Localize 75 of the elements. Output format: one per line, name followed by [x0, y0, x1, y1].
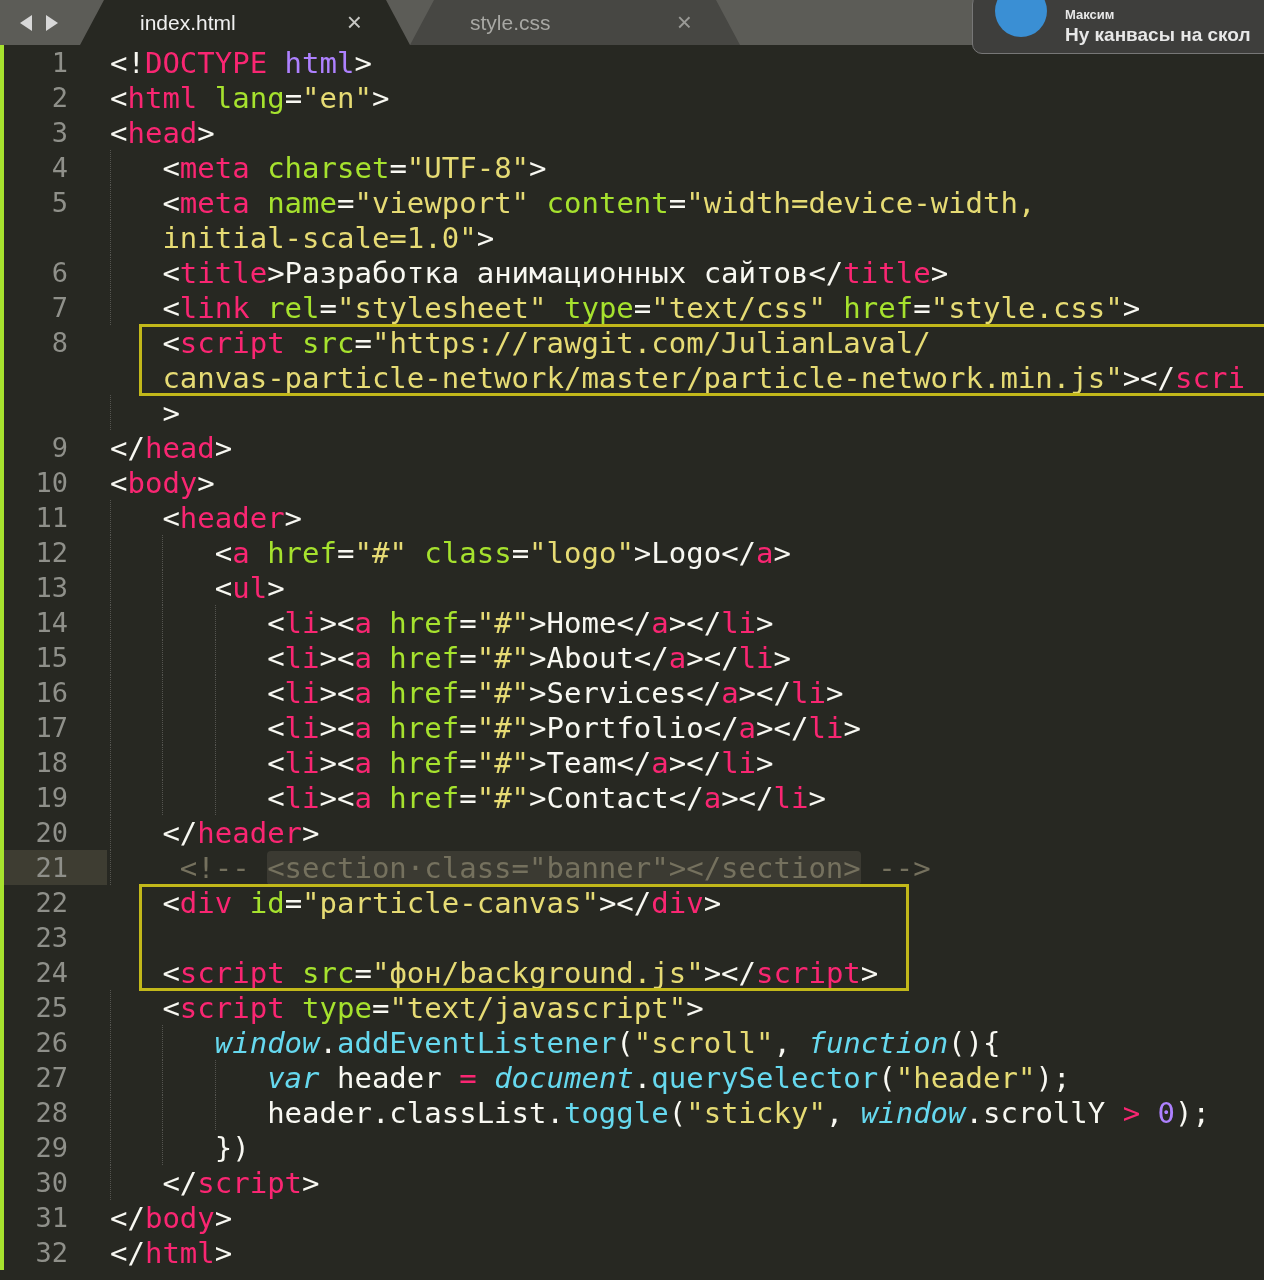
code-line: <li><a href="#">Portfolio</a></li> — [267, 711, 861, 744]
line-number: 31 — [35, 1202, 68, 1233]
code-line: <html lang="en"> — [110, 81, 390, 114]
editor-tab[interactable]: style.css × — [410, 0, 740, 45]
line-number: 20 — [35, 817, 68, 848]
code-line: <li><a href="#">Team</a></li> — [267, 746, 774, 779]
line-number: 8 — [51, 327, 68, 358]
code-line: </head> — [110, 431, 233, 464]
line-number: 19 — [35, 782, 68, 813]
commented-code-line: <!-- <section·class="banner"></section> --> — [178, 851, 931, 884]
line-number: 15 — [35, 642, 68, 673]
forward-arrow-icon[interactable] — [44, 13, 60, 32]
line-number: 16 — [35, 677, 68, 708]
code-line: <!DOCTYPE html> — [110, 46, 372, 79]
line-number: 12 — [35, 537, 68, 568]
code-line: <li><a href="#">Services</a></li> — [267, 676, 844, 709]
code-line: <body> — [110, 466, 215, 499]
code-line: <meta name="viewport" content="width=device-width, — [162, 186, 1036, 219]
line-number: 25 — [35, 992, 68, 1023]
line-number: 14 — [35, 607, 68, 638]
code-line: var header = document.querySelector("header"); — [267, 1061, 1071, 1094]
line-number: 21 — [35, 852, 68, 883]
code-line: </header> — [162, 816, 320, 849]
line-number: 28 — [35, 1097, 68, 1128]
line-number: 5 — [51, 187, 68, 218]
line-number: 6 — [51, 257, 68, 288]
code-line: }) — [214, 1131, 250, 1164]
line-number: 29 — [35, 1132, 68, 1163]
back-arrow-icon[interactable] — [18, 13, 34, 32]
code-line: <li><a href="#">Contact</a></li> — [267, 781, 826, 814]
code-line: <ul> — [214, 571, 285, 604]
code-line: canvas-particle-network/master/particle-network.min.js"></scri — [162, 361, 1245, 394]
line-number: 32 — [35, 1237, 68, 1268]
line-number: 10 — [35, 467, 68, 498]
line-number: 11 — [35, 502, 68, 533]
line-number: 27 — [35, 1062, 68, 1093]
avatar — [995, 0, 1047, 37]
code-line: </script> — [162, 1166, 320, 1199]
code-line: <head> — [110, 116, 215, 149]
code-line: <script src="фон/background.js"></script> — [162, 956, 879, 989]
code-line: <script type="text/javascript"> — [162, 991, 704, 1024]
line-number: 13 — [35, 572, 68, 603]
code-line: header.classList.toggle("sticky", window.scrollY > 0); — [267, 1096, 1210, 1129]
line-number: 1 — [51, 47, 68, 78]
notification-message: Ну канвасы на скол — [1065, 23, 1251, 46]
line-number: 30 — [35, 1167, 68, 1198]
code-line: initial-scale=1.0"> — [162, 221, 495, 254]
line-number: 4 — [51, 152, 68, 183]
line-number: 7 — [51, 292, 68, 323]
line-number: 3 — [51, 117, 68, 148]
code-line: <div id="particle-canvas"></div> — [162, 886, 722, 919]
code-line: </html> — [110, 1236, 233, 1269]
code-line: <script src="https://rawgit.com/JulianLaval/ — [162, 326, 931, 359]
code-line: <link rel="stylesheet" type="text/css" href="style.css"> — [162, 291, 1141, 324]
line-number: 24 — [35, 957, 68, 988]
code-line: <li><a href="#">About</a></li> — [267, 641, 791, 674]
code-line: <title>Разработка анимационных сайтов</title> — [162, 256, 949, 289]
code-line: <meta charset="UTF-8"> — [162, 151, 547, 184]
line-number: 17 — [35, 712, 68, 743]
close-icon[interactable]: × — [346, 7, 362, 38]
line-number: 22 — [35, 887, 68, 918]
code-line: <a href="#" class="logo">Logo</a> — [214, 536, 791, 569]
code-line: <li><a href="#">Home</a></li> — [267, 606, 774, 639]
editor-tab[interactable]: index.html × — [80, 0, 410, 45]
code-line: </body> — [110, 1201, 233, 1234]
code-line: window.addEventListener("scroll", function(){ — [214, 1026, 1001, 1059]
line-number: 9 — [51, 432, 68, 463]
notification-sender: Максим — [1065, 6, 1116, 22]
line-number: 26 — [35, 1027, 68, 1058]
code-line: > — [162, 396, 180, 429]
code-line: <header> — [162, 501, 303, 534]
line-number: 2 — [51, 82, 68, 113]
notification-toast[interactable]: Максим Ну канвасы на скол — [972, 0, 1264, 54]
line-number: 18 — [35, 747, 68, 778]
line-number: 23 — [35, 922, 68, 953]
